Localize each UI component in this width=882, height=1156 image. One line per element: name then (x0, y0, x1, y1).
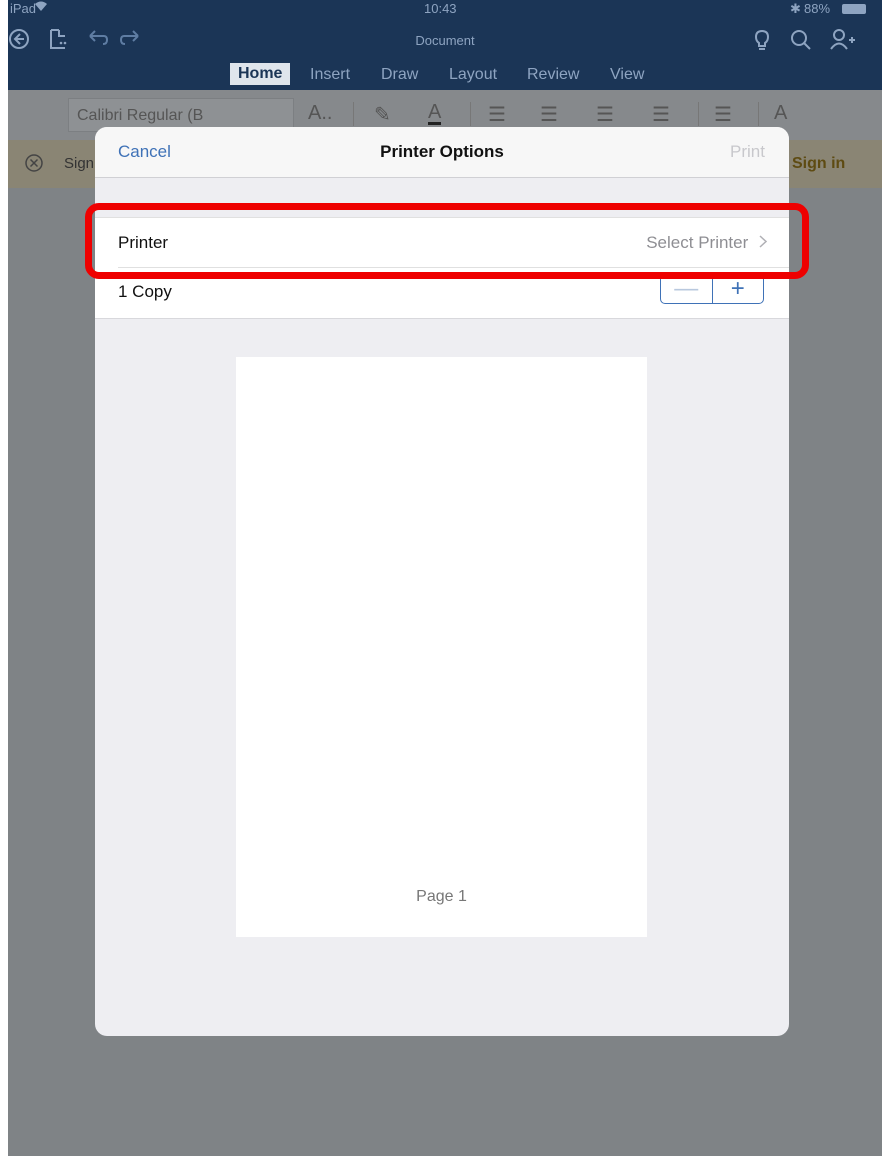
status-time: 10:43 (424, 1, 457, 16)
dialog-header: Cancel Printer Options Print (95, 127, 789, 178)
search-icon[interactable] (790, 29, 812, 56)
bluetooth-icon: ✱ (790, 1, 801, 16)
sign-in-link[interactable]: Sign in (792, 155, 845, 173)
highlighter-icon[interactable]: ✎ (374, 102, 391, 127)
ribbon-tabs: Home Insert Draw Layout Review View (8, 62, 882, 90)
device-label: iPad (10, 1, 37, 16)
status-bar: iPad 10:43 ✱ 88% (8, 0, 882, 20)
tab-layout[interactable]: Layout (449, 66, 497, 84)
highlight-annotation (85, 203, 809, 279)
styles-icon[interactable]: A (774, 102, 787, 125)
tab-draw[interactable]: Draw (381, 66, 418, 84)
print-button[interactable]: Print (730, 142, 765, 162)
paragraph-style-icon[interactable]: ☰ (714, 102, 732, 127)
copies-label: 1 Copy (118, 282, 172, 301)
bullet-list-icon[interactable]: ☰ (488, 102, 506, 127)
font-color-icon[interactable]: A (428, 102, 442, 125)
document-title: Document (415, 33, 475, 48)
share-person-icon[interactable] (830, 28, 856, 55)
battery-icon (842, 4, 866, 14)
ribbon-divider (353, 102, 354, 126)
page-number-label: Page 1 (416, 888, 467, 905)
tab-insert[interactable]: Insert (310, 66, 350, 84)
wifi-icon (34, 0, 48, 15)
close-icon[interactable] (24, 153, 44, 178)
decrement-button[interactable]: — (661, 275, 713, 303)
font-size-icon[interactable]: A.. (308, 102, 332, 125)
ribbon-divider (698, 102, 699, 126)
decrease-indent-icon[interactable]: ☰ (596, 102, 614, 127)
tab-review[interactable]: Review (527, 66, 579, 84)
tab-view[interactable]: View (610, 66, 644, 84)
ribbon-divider (470, 102, 471, 126)
lightbulb-icon[interactable] (754, 29, 770, 56)
tab-home[interactable]: Home (230, 63, 291, 85)
battery-percent: 88% (804, 1, 831, 16)
title-bar: Document (8, 20, 882, 62)
page-preview: Page 1 (236, 357, 647, 937)
increment-button[interactable]: + (713, 275, 764, 303)
increase-indent-icon[interactable]: ☰ (652, 102, 670, 127)
banner-text: Sign (64, 155, 95, 172)
dialog-title: Printer Options (380, 142, 504, 161)
ribbon-divider (758, 102, 759, 126)
numbered-list-icon[interactable]: ☰ (540, 102, 558, 127)
